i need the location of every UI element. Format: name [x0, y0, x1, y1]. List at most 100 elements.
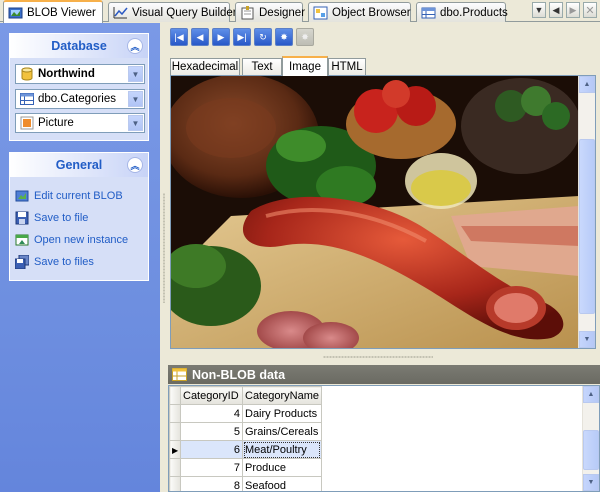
column-icon — [20, 116, 34, 130]
last-record-button[interactable]: ▶| — [233, 28, 251, 46]
cell-categoryname[interactable]: Dairy Products — [242, 404, 322, 423]
tab-designer[interactable]: Designer — [235, 2, 306, 22]
first-record-button[interactable]: |◀ — [170, 28, 188, 46]
cell-categoryname[interactable]: Grains/Cereals — [242, 422, 322, 441]
open-new-instance-link[interactable]: Open new instance — [15, 232, 128, 248]
cell-categoryname[interactable]: Seafood — [242, 476, 322, 491]
save-to-file-link[interactable]: Save to file — [15, 210, 88, 226]
close-icon: ✕ — [585, 4, 595, 17]
tab-object-browser[interactable]: Object Browser — [308, 2, 411, 22]
tab-blob-viewer[interactable]: BLOB Viewer — [3, 0, 103, 23]
tab-label: Image — [289, 61, 321, 73]
collapse-chevron-icon[interactable]: ︽ — [127, 157, 143, 173]
database-value: Northwind — [38, 68, 95, 80]
row-indicator — [169, 422, 181, 441]
non-blob-data-grid[interactable]: CategoryID CategoryName 4 Dairy Products… — [168, 385, 600, 492]
database-group: Database ︽ Northwind ▼ dbo.Categories ▼ … — [9, 33, 149, 141]
column-header-categoryid[interactable]: CategoryID — [180, 386, 243, 405]
object-browser-icon — [313, 6, 328, 19]
section-title: Non-BLOB data — [192, 367, 286, 382]
table-select[interactable]: dbo.Categories ▼ — [15, 89, 145, 109]
table-row[interactable]: 4 Dairy Products — [169, 404, 322, 423]
table-value: dbo.Categories — [38, 93, 116, 105]
cell-categoryname[interactable]: Produce — [242, 458, 322, 477]
current-row-arrow-icon: ▶ — [172, 445, 179, 455]
star-icon: ✸ — [280, 31, 288, 42]
group-title: Database — [51, 39, 107, 53]
triangle-left-icon: ◀ — [552, 4, 560, 15]
tab-html[interactable]: HTML — [328, 58, 366, 75]
triangle-down-icon: ▼ — [587, 479, 595, 486]
cell-categoryid[interactable]: 7 — [180, 458, 243, 477]
first-icon: |◀ — [174, 31, 184, 42]
blob-viewer-icon — [8, 7, 23, 18]
tab-label: Visual Query Builder — [132, 6, 237, 19]
tab-visual-query-builder[interactable]: Visual Query Builder — [108, 2, 237, 22]
floppies-icon — [15, 255, 29, 269]
cell-categoryid[interactable]: 8 — [180, 476, 243, 491]
scroll-up-button[interactable]: ▲ — [583, 386, 599, 403]
chevron-down-icon[interactable]: ▼ — [128, 115, 143, 131]
tab-scroll-left-button[interactable]: ◀ — [549, 2, 563, 18]
column-select[interactable]: Picture ▼ — [15, 113, 145, 133]
row-indicator — [169, 404, 181, 423]
cell-categoryid[interactable]: 6 — [180, 440, 243, 459]
scroll-down-button[interactable]: ▼ — [579, 331, 595, 348]
tab-image[interactable]: Image — [282, 56, 328, 76]
table-row-selected[interactable]: ▶ 6 Meat/Poultry — [169, 440, 322, 459]
scroll-thumb[interactable] — [583, 430, 599, 470]
column-header-categoryname[interactable]: CategoryName — [242, 386, 322, 405]
left-navigation-panel: Database ︽ Northwind ▼ dbo.Categories ▼ … — [0, 23, 160, 492]
edit-current-blob-link[interactable]: Edit current BLOB — [15, 188, 123, 204]
tab-label: Object Browser — [332, 6, 411, 19]
collapse-chevron-icon[interactable]: ︽ — [127, 38, 143, 54]
blob-image-viewer[interactable]: ▲ ▼ — [170, 75, 596, 349]
tab-label: HTML — [331, 61, 363, 73]
vertical-splitter[interactable] — [160, 23, 168, 492]
chevron-down-icon[interactable]: ▼ — [128, 66, 143, 82]
scroll-thumb[interactable] — [579, 139, 595, 314]
database-icon — [21, 67, 33, 81]
triangle-right-icon: ▶ — [569, 4, 577, 15]
apply-button[interactable]: ✸ — [275, 28, 293, 46]
cell-categoryname[interactable]: Meat/Poultry — [242, 440, 322, 459]
prior-record-button[interactable]: ◀ — [191, 28, 209, 46]
tab-scroll-right-button[interactable]: ▶ — [566, 2, 580, 18]
group-header[interactable]: Database ︽ — [10, 34, 148, 58]
tab-list-dropdown-button[interactable]: ▼ — [532, 2, 546, 18]
item-label: Open new instance — [34, 234, 129, 246]
row-indicator: ▶ — [169, 440, 181, 459]
new-window-icon — [15, 234, 29, 246]
next-record-button[interactable]: ▶ — [212, 28, 230, 46]
refresh-button[interactable]: ↻ — [254, 28, 272, 46]
cell-categoryid[interactable]: 5 — [180, 422, 243, 441]
grid-vertical-scrollbar[interactable]: ▲ ▼ — [582, 386, 599, 491]
close-tab-button[interactable]: ✕ — [583, 2, 597, 18]
horizontal-splitter[interactable] — [168, 352, 600, 364]
prior-icon: ◀ — [196, 31, 204, 42]
tab-dbo-products[interactable]: dbo.Products — [416, 2, 508, 22]
database-select[interactable]: Northwind ▼ — [15, 64, 145, 84]
table-row[interactable]: 7 Produce — [169, 458, 322, 477]
table-icon — [421, 7, 436, 18]
cell-categoryid[interactable]: 4 — [180, 404, 243, 423]
cancel-button[interactable]: ✸ — [296, 28, 314, 46]
tab-label: Designer — [259, 6, 306, 19]
refresh-icon: ↻ — [259, 31, 267, 42]
group-header[interactable]: General ︽ — [10, 153, 148, 177]
document-tab-strip: BLOB Viewer Visual Query Builder Designe… — [0, 0, 600, 23]
floppy-icon — [15, 211, 29, 225]
table-row[interactable]: 8 Seafood — [169, 476, 322, 491]
tab-label: Hexadecimal — [171, 61, 239, 73]
tab-text[interactable]: Text — [242, 58, 282, 75]
save-to-files-link[interactable]: Save to files — [15, 254, 94, 270]
scroll-up-button[interactable]: ▲ — [579, 76, 595, 93]
tab-hexadecimal[interactable]: Hexadecimal — [170, 58, 240, 75]
image-vertical-scrollbar[interactable]: ▲ ▼ — [578, 76, 595, 348]
table-row[interactable]: 5 Grains/Cereals — [169, 422, 322, 441]
scroll-down-button[interactable]: ▼ — [583, 474, 599, 491]
header-label: CategoryID — [183, 389, 239, 402]
blob-image — [171, 76, 579, 348]
chevron-down-icon[interactable]: ▼ — [128, 91, 143, 107]
splitter-grip — [323, 356, 433, 358]
